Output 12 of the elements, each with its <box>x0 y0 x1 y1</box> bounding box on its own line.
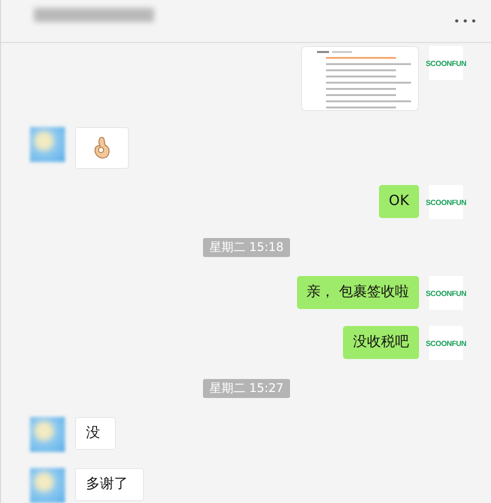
message-bubble: 没 <box>75 417 116 450</box>
message-bubble: 多谢了 <box>75 468 144 501</box>
avatar[interactable] <box>30 468 65 503</box>
ok-hand-icon <box>92 136 112 160</box>
timestamp: 星期二 15:18 <box>203 238 290 257</box>
message-bubble: 亲， 包裹签收啦 <box>296 276 419 309</box>
message-bubble: 没收税吧 <box>343 326 419 359</box>
avatar[interactable] <box>30 417 65 452</box>
avatar[interactable] <box>30 127 65 162</box>
message-bubble: OK <box>378 185 419 218</box>
timestamp: 星期二 15:27 <box>203 379 290 398</box>
more-menu-button[interactable]: ••• <box>454 14 479 28</box>
